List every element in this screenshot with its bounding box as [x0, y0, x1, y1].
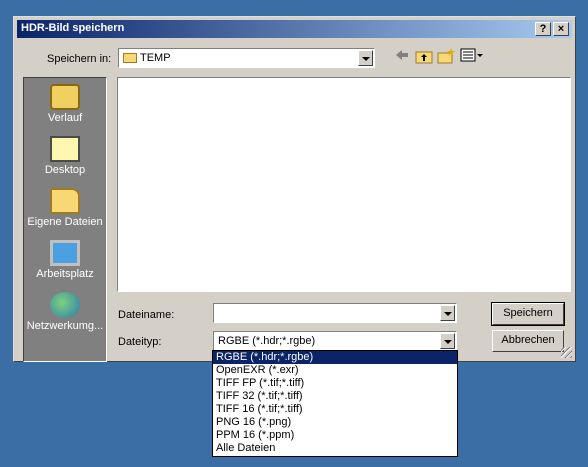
chevron-down-icon[interactable] [440, 333, 455, 349]
filetype-option[interactable]: RGBE (*.hdr;*.rgbe) [213, 351, 457, 364]
close-button[interactable]: × [553, 22, 569, 36]
place-verlauf[interactable]: Verlauf [24, 84, 106, 124]
location-combo[interactable]: TEMP [118, 48, 375, 68]
help-button[interactable]: ? [535, 22, 551, 36]
location-label: Speichern in: [47, 53, 112, 65]
new-folder-icon[interactable] [436, 48, 456, 66]
network-icon [50, 292, 80, 318]
filetype-option[interactable]: Alle Dateien [213, 442, 457, 455]
folder-icon [123, 53, 137, 63]
history-icon [50, 84, 80, 110]
title-bar[interactable]: HDR-Bild speichern ? × [17, 20, 572, 38]
view-menu-icon[interactable] [460, 48, 484, 66]
file-list[interactable] [117, 77, 571, 292]
dialog-title: HDR-Bild speichern [21, 22, 125, 34]
folder-up-icon[interactable] [414, 48, 434, 66]
place-label: Netzwerkumg... [26, 320, 104, 332]
filetype-option[interactable]: TIFF FP (*.tif;*.tiff) [213, 377, 457, 390]
my-documents-icon [50, 188, 80, 214]
filename-combo[interactable] [213, 303, 457, 323]
cancel-button[interactable]: Abbrechen [492, 330, 564, 352]
chevron-down-icon[interactable] [440, 305, 455, 321]
place-netzwerk[interactable]: Netzwerkumg... [24, 292, 106, 332]
filetype-value: RGBE (*.hdr;*.rgbe) [218, 335, 316, 347]
places-bar: Verlauf Desktop Eigene Dateien Arbeitspl… [23, 77, 107, 362]
save-hdr-dialog: HDR-Bild speichern ? × Speichern in: TEM… [13, 16, 576, 362]
filetype-option[interactable]: TIFF 16 (*.tif;*.tiff) [213, 403, 457, 416]
location-value: TEMP [140, 52, 171, 64]
arrow-left-icon[interactable] [392, 48, 412, 66]
filetype-option[interactable]: PPM 16 (*.ppm) [213, 429, 457, 442]
filetype-combo[interactable]: RGBE (*.hdr;*.rgbe) [213, 331, 457, 351]
resize-grip[interactable] [561, 347, 572, 358]
filetype-option[interactable]: PNG 16 (*.png) [213, 416, 457, 429]
place-eigene-dateien[interactable]: Eigene Dateien [24, 188, 106, 228]
filetype-dropdown-list[interactable]: RGBE (*.hdr;*.rgbe) OpenEXR (*.exr) TIFF… [212, 350, 458, 457]
place-label: Verlauf [47, 112, 83, 124]
desktop-icon [50, 136, 80, 162]
filetype-option[interactable]: TIFF 32 (*.tif;*.tiff) [213, 390, 457, 403]
place-label: Desktop [44, 164, 86, 176]
my-computer-icon [50, 240, 80, 266]
place-arbeitsplatz[interactable]: Arbeitsplatz [24, 240, 106, 280]
place-label: Eigene Dateien [27, 216, 103, 228]
filetype-label: Dateityp: [118, 336, 162, 348]
place-desktop[interactable]: Desktop [24, 136, 106, 176]
chevron-down-icon[interactable] [358, 50, 373, 66]
save-button[interactable]: Speichern [491, 302, 565, 326]
filename-label: Dateiname: [118, 309, 175, 321]
filetype-option[interactable]: OpenEXR (*.exr) [213, 364, 457, 377]
place-label: Arbeitsplatz [36, 268, 94, 280]
